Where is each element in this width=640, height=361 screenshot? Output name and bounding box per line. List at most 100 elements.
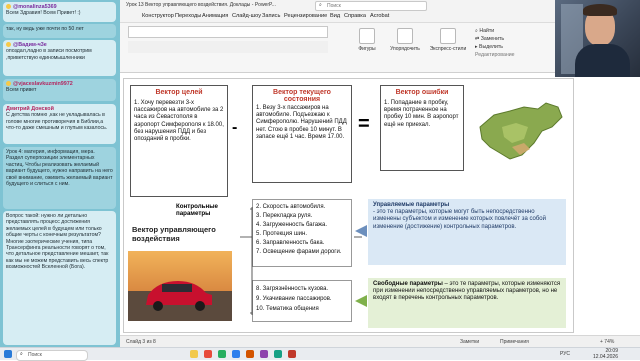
clock-date: 12.04.2026: [592, 354, 618, 360]
chat-panel: @monalinza5369 Всем Здравия! Всем Привет…: [0, 0, 120, 347]
chat-text: Всем Здравия! Всем Привет! :): [6, 10, 81, 17]
chat-text: Всем привет: [6, 87, 37, 94]
presenter-hair: [583, 4, 617, 16]
control-vector-label: Вектор управляющего воздействия: [132, 225, 216, 243]
chat-message: Дмитрий Донской С детства помню ,как не …: [3, 104, 116, 144]
zoom-level[interactable]: + 74%: [600, 339, 614, 345]
avatar: [6, 4, 11, 10]
replace-button[interactable]: ⇄ Заменить: [475, 35, 535, 43]
avatar: [6, 81, 11, 87]
chat-text: Урок 4: материя, информация, мера. Разде…: [6, 149, 113, 188]
app-icon[interactable]: [260, 350, 268, 358]
ribbon: Фигуры Упорядочить Экспресс-стили ⌕ Найт…: [120, 23, 555, 73]
language-indicator[interactable]: РУС: [560, 351, 570, 357]
free-params-box[interactable]: Свободные параметры – это те параметры, …: [368, 278, 566, 328]
browser-icon[interactable]: [204, 350, 212, 358]
error-vector-title: Вектор ошибки: [395, 89, 449, 96]
car-photo: [128, 251, 232, 321]
tab-view[interactable]: Вид: [330, 13, 340, 19]
styles-label: Экспресс-стили: [429, 46, 467, 52]
chat-username: @monalinza5369: [13, 4, 57, 10]
window-title: Урок 13 Вектор управляющего воздействия.…: [126, 2, 276, 8]
font-controls[interactable]: [128, 26, 328, 38]
arrange-icon: [397, 28, 413, 44]
shapes-label: Фигуры: [358, 46, 376, 52]
goal-vector-title: Вектор целей: [155, 89, 203, 96]
app-icon[interactable]: [232, 350, 240, 358]
chat-username: @Вадим-ч3е: [13, 42, 47, 48]
youtube-icon[interactable]: [288, 350, 296, 358]
editing-group: ⌕ Найти ⇄ Заменить ▸ Выделить Редактиров…: [475, 27, 535, 67]
app-icon[interactable]: [218, 350, 226, 358]
managed-params-box[interactable]: Управляемые параметры - это те параметры…: [368, 199, 566, 265]
error-vector-box[interactable]: Вектор ошибки 1. Попадание в пробку, вре…: [380, 85, 464, 171]
chat-message: Урок 4: материя, информация, мера. Разде…: [3, 147, 116, 209]
replace-label: Заменить: [480, 36, 505, 42]
tab-review[interactable]: Рецензирование: [284, 13, 327, 19]
comments-button[interactable]: Примечания: [500, 339, 529, 345]
quick-styles-button[interactable]: Экспресс-стили: [428, 28, 468, 52]
chat-message: @vjaceslavkuzmin9972 Всем привет: [3, 79, 116, 101]
chat-message: @monalinza5369 Всем Здравия! Всем Привет…: [3, 2, 116, 22]
arrange-label: Упорядочить: [390, 46, 420, 52]
tab-help[interactable]: Справка: [344, 13, 366, 19]
clock: 20:09 12.04.2026: [578, 348, 618, 360]
paragraph-controls[interactable]: [128, 41, 328, 53]
presenter-body: [575, 44, 630, 77]
search-icon: ⌕: [319, 2, 322, 8]
shapes-button[interactable]: Фигуры: [352, 28, 382, 52]
chat-text: опоздал,ладно в записи посмотрим ,привет…: [6, 48, 92, 61]
shapes-icon: [359, 28, 375, 44]
notes-button[interactable]: Заметки: [460, 339, 479, 345]
taskbar: ⌕ Поиск РУС 20:09 12.04.2026: [0, 347, 640, 361]
chat-text: так, ну ведь уже почти по 50 лет: [6, 26, 84, 32]
tab-acrobat[interactable]: Acrobat: [370, 13, 389, 19]
find-label: Найти: [479, 28, 495, 34]
arrow-left-icon: [355, 225, 367, 237]
goal-vector-text: 1. Хочу перевезти 3-х пассажиров на авто…: [134, 100, 224, 143]
state-vector-box[interactable]: Вектор текущего состояния 1. Везу 3-х па…: [252, 85, 352, 183]
tab-transitions[interactable]: Переходы: [175, 13, 201, 19]
start-icon[interactable]: [4, 350, 12, 358]
select-label: Выделить: [479, 44, 503, 50]
tab-record[interactable]: Запись: [262, 13, 280, 19]
select-button[interactable]: ▸ Выделить: [475, 43, 535, 51]
free-params-text: Свободные параметры – это те параметры, …: [373, 281, 561, 303]
taskbar-search[interactable]: ⌕ Поиск: [16, 350, 88, 361]
error-vector-text: 1. Попадание в пробку, время потраченное…: [384, 100, 459, 128]
search-box[interactable]: ⌕ Поиск: [315, 1, 427, 11]
search-placeholder: Поиск: [327, 3, 341, 9]
managed-params-title: Управляемые параметры: [373, 202, 450, 208]
webcam-feed: [555, 0, 640, 77]
find-button[interactable]: ⌕ Найти: [475, 27, 535, 35]
arrow-left-icon: [355, 295, 367, 307]
styles-icon: [440, 28, 456, 44]
control-params-label: Контрольные параметры: [176, 203, 218, 218]
chat-text: С детства помню ,как не укладывалась в г…: [6, 112, 108, 132]
slide-canvas[interactable]: Вектор целей 1. Хочу перевезти 3-х пасса…: [123, 78, 574, 333]
crimea-map-image: [479, 102, 563, 160]
powerpoint-icon[interactable]: [246, 350, 254, 358]
equals-sign: =: [358, 113, 370, 135]
editing-group-label: Редактирование: [475, 52, 515, 58]
state-vector-text: 1. Везу 3-х пассажиров на автомобиле. По…: [256, 105, 347, 140]
goal-vector-box[interactable]: Вектор целей 1. Хочу перевезти 3-х пасса…: [130, 85, 228, 197]
status-bar: Слайд 3 из 8 Заметки Примечания + 74%: [120, 335, 640, 347]
taskbar-search-label: Поиск: [28, 352, 42, 358]
arrange-button[interactable]: Упорядочить: [385, 28, 425, 52]
connector-lines: [240, 207, 362, 315]
tab-slideshow[interactable]: Слайд-шоу: [232, 13, 261, 19]
state-vector-title: Вектор текущего состояния: [273, 89, 331, 103]
chat-username: Дмитрий Донской: [6, 106, 54, 112]
free-params-title: Свободные параметры: [373, 281, 443, 287]
tab-design[interactable]: Конструктор: [142, 13, 174, 19]
app-icon[interactable]: [274, 350, 282, 358]
search-icon: ⌕: [20, 351, 23, 357]
slide-counter: Слайд 3 из 8: [126, 339, 156, 345]
folder-icon[interactable]: [190, 350, 198, 358]
tab-animation[interactable]: Анимация: [202, 13, 228, 19]
managed-params-text: - это те параметры, которые могут быть н…: [373, 209, 546, 230]
avatar: [6, 42, 11, 48]
chat-username: @vjaceslavkuzmin9972: [13, 81, 73, 87]
chat-message: Вопрос такой: нужно ли детально представ…: [3, 211, 116, 345]
